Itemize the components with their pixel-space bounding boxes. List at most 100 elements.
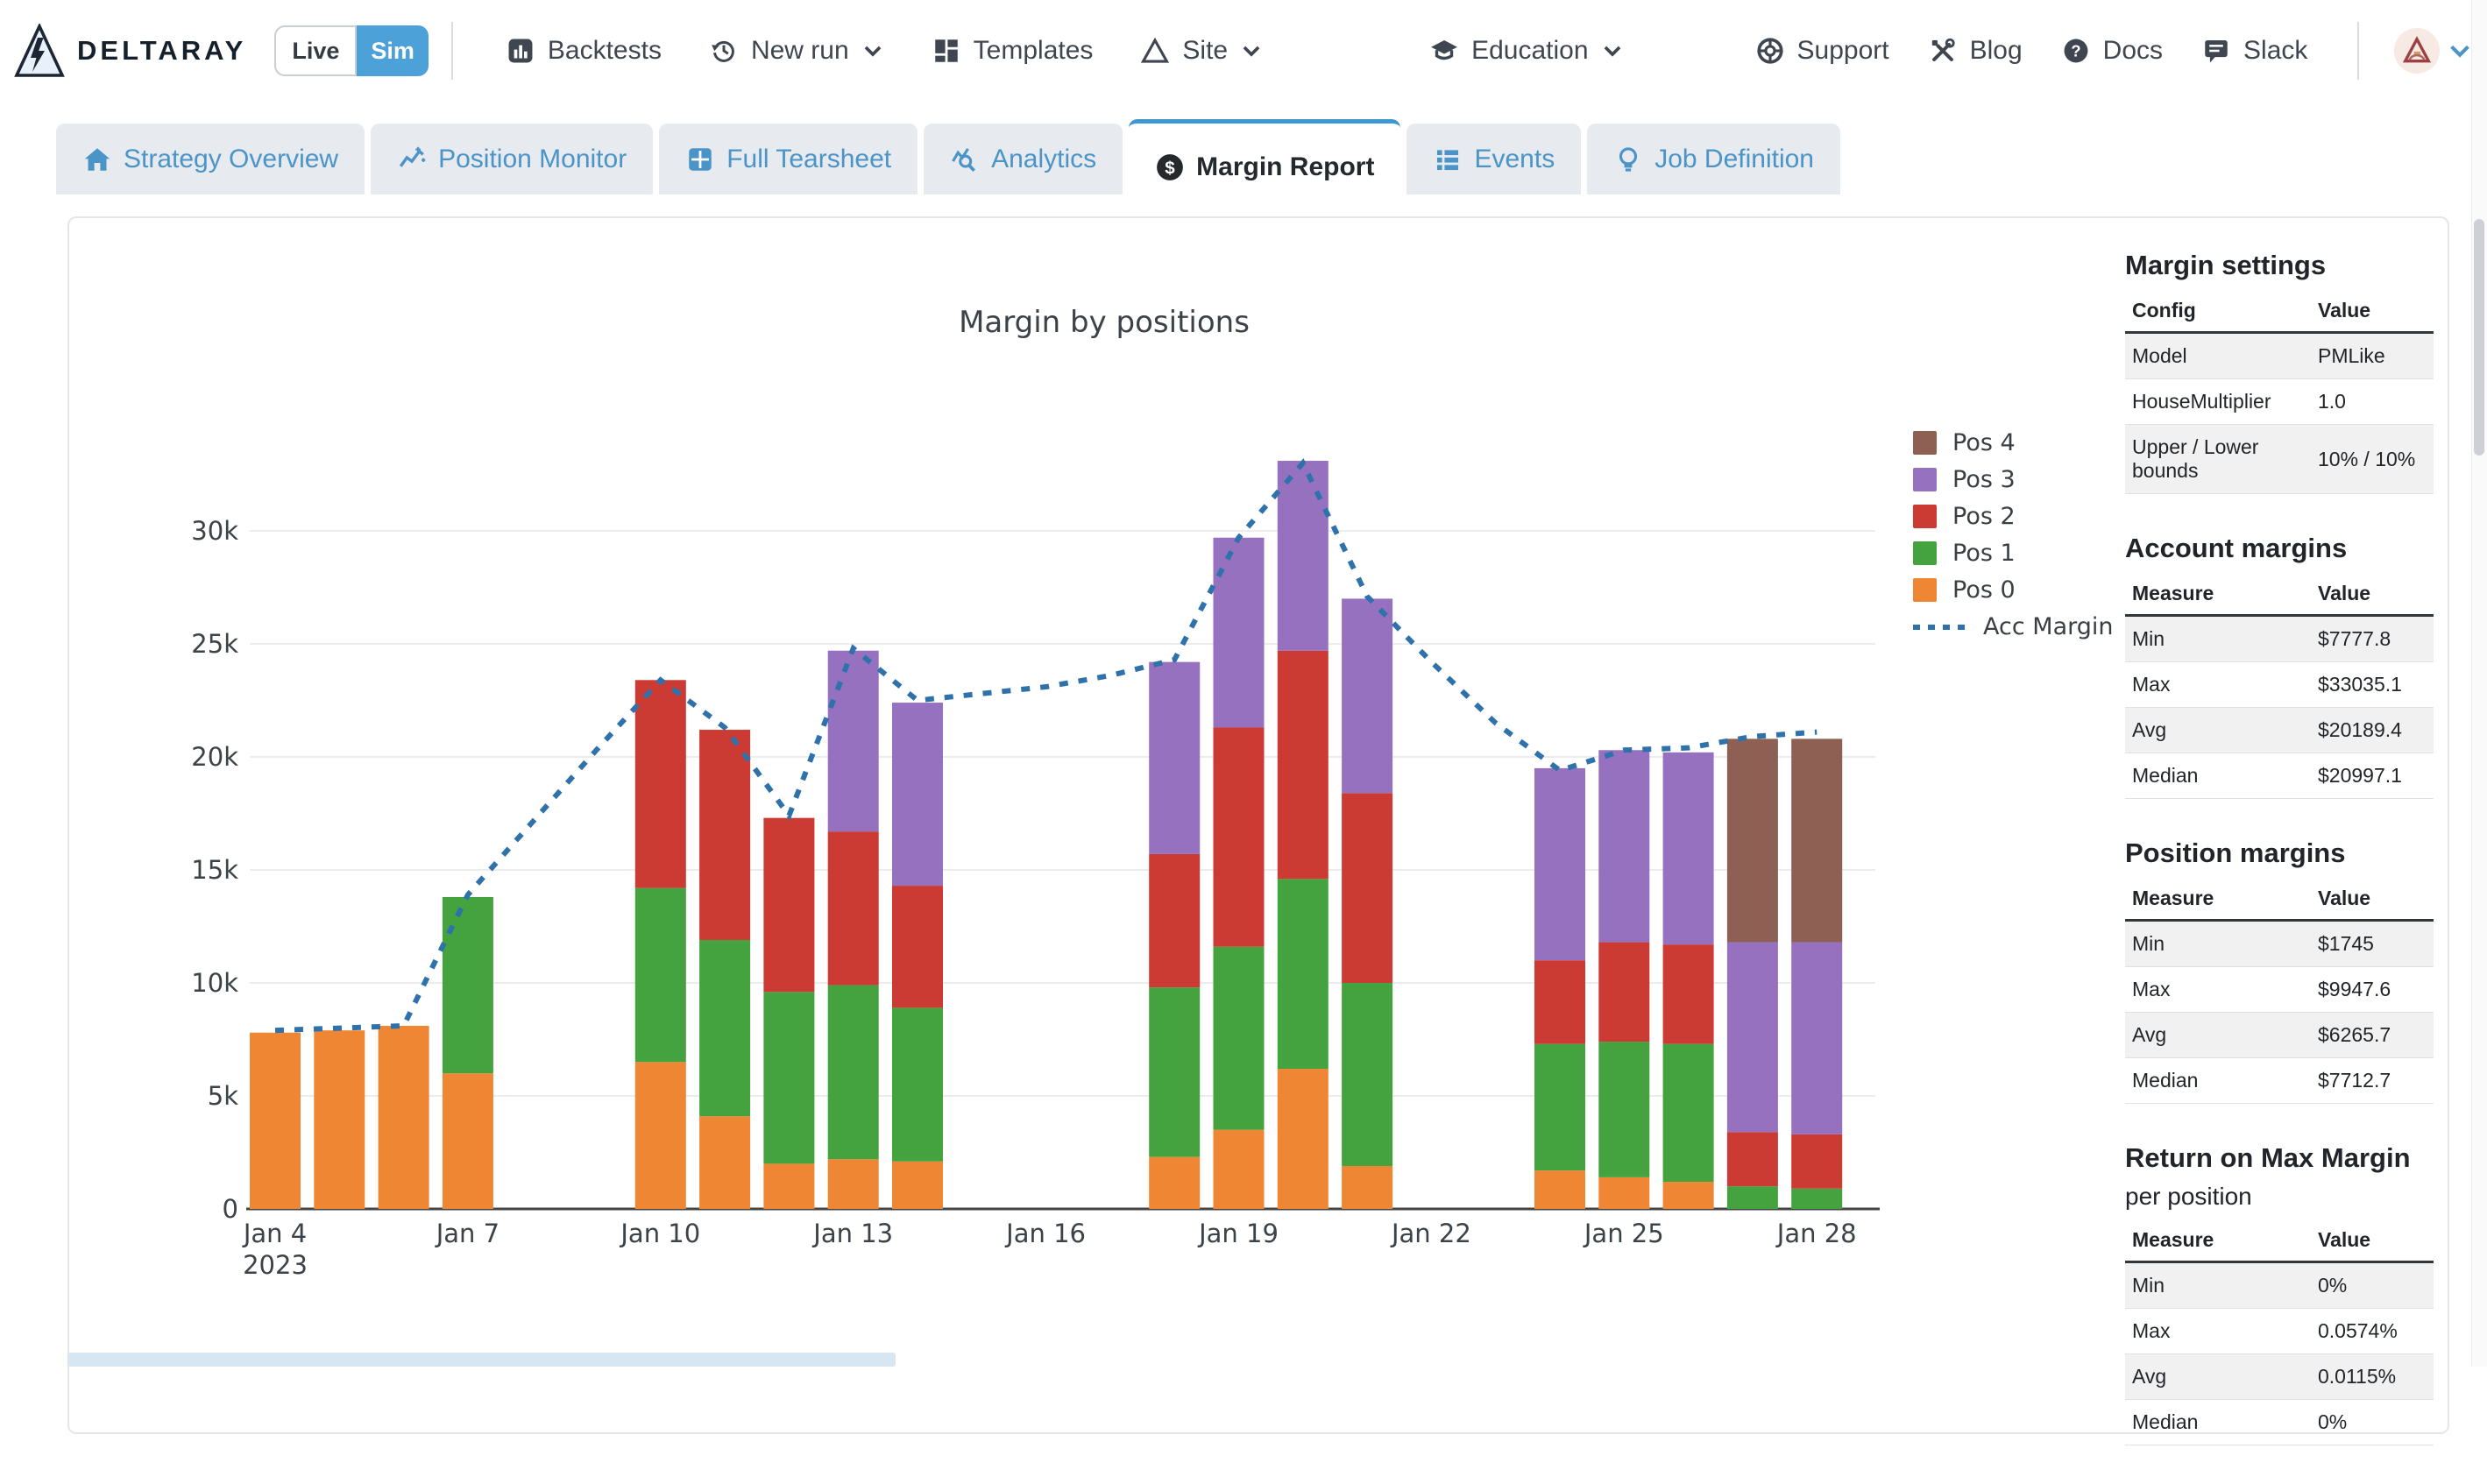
stats-section-return-on-max-margin: Return on Max Margin per position Measure V… xyxy=(2125,1142,2434,1445)
live-sim-toggle: Live Sim xyxy=(274,25,429,76)
nav-item-label: Support xyxy=(1796,36,1889,65)
stats-section-margin-settings: Margin settings Config Value Model PMLike Hou… xyxy=(2125,250,2434,494)
acc-margin-line xyxy=(274,458,1817,1034)
bar-segment-pos1-jan-10 xyxy=(634,887,686,1063)
nav-item-site[interactable]: Site xyxy=(1140,36,1263,66)
legend-item-pos-1[interactable]: Pos 1 xyxy=(1913,540,2114,567)
nav-item-blog[interactable]: Blog xyxy=(1928,36,2023,66)
tab-label: Events xyxy=(1474,144,1555,173)
y-axis-tick-label: 20k xyxy=(191,742,238,772)
legend-item-pos-4[interactable]: Pos 4 xyxy=(1913,429,2114,456)
header-divider xyxy=(450,22,453,80)
page-scrollbar[interactable] xyxy=(2471,0,2487,1367)
bar-segment-pos1-jan-27 xyxy=(1726,1186,1778,1209)
tab-label: Strategy Overview xyxy=(124,144,339,173)
tab-analytics[interactable]: Analytics xyxy=(924,124,1123,194)
y-axis-tick-label: 25k xyxy=(191,629,238,659)
tab-margin-report[interactable]: $ Margin Report xyxy=(1129,119,1401,210)
bar-segment-pos0-jan-21 xyxy=(1342,1165,1393,1209)
table-cell: 1.0 xyxy=(2311,378,2434,425)
avatar[interactable] xyxy=(2394,28,2440,74)
nav-item-docs[interactable]: ? Docs xyxy=(2061,36,2163,66)
legend-label: Pos 1 xyxy=(1952,540,2016,567)
bar-segment-pos1-jan-11 xyxy=(699,939,751,1117)
below-fold-element xyxy=(68,1353,896,1367)
chevron-down-icon xyxy=(864,46,882,57)
x-axis-tick-label: Jan 16 xyxy=(1004,1219,1086,1248)
grid-icon xyxy=(934,39,958,62)
brand[interactable]: DELTARAY xyxy=(14,24,246,78)
monitor-line-icon xyxy=(399,146,426,167)
legend-label: Pos 0 xyxy=(1952,576,2016,604)
stats-table: Measure Value Min $1745 Max $9947.6 Avg $6265.7… xyxy=(2125,878,2434,1104)
table-row: Max 0.0574% xyxy=(2125,1308,2434,1354)
x-axis-tick-label: Jan 25 xyxy=(1583,1219,1664,1248)
legend-label: Pos 4 xyxy=(1952,429,2016,456)
bar-segment-pos3-jan-14 xyxy=(892,703,943,887)
legend-item-pos-3[interactable]: Pos 3 xyxy=(1913,466,2114,493)
tools-icon xyxy=(1931,38,1955,61)
bar-chart-icon xyxy=(508,39,533,63)
stats-section-title: Position margins xyxy=(2125,837,2346,868)
nav-item-education[interactable]: Education xyxy=(1429,36,1623,66)
bar-segment-pos2-jan-19 xyxy=(1213,727,1265,947)
nav-item-support[interactable]: Support xyxy=(1755,36,1889,66)
bar-segment-pos1-jan-24 xyxy=(1534,1043,1585,1171)
tab-full-tearsheet[interactable]: Full Tearsheet xyxy=(659,124,918,194)
bar-segment-pos2-jan-11 xyxy=(699,730,751,940)
nav-item-slack[interactable]: Slack xyxy=(2201,36,2307,66)
tab-position-monitor[interactable]: Position Monitor xyxy=(371,124,654,194)
nav-group-mid: Education xyxy=(1429,36,1623,66)
tab-job-definition[interactable]: Job Definition xyxy=(1587,124,1840,194)
nav-item-backtests[interactable]: Backtests xyxy=(506,36,662,66)
legend-item-pos-0[interactable]: Pos 0 xyxy=(1913,576,2114,604)
scrollbar-thumb[interactable] xyxy=(2474,219,2484,456)
legend-label: Pos 3 xyxy=(1952,466,2016,493)
margin-by-positions-chart: 0 5k 10k 15k 20k 25k 30k Jan 4 2023 Jan 7 Jan 10 Ja… xyxy=(191,458,1880,1280)
bar-segment-pos2-jan-18 xyxy=(1149,853,1201,988)
tearsheet-grid-icon xyxy=(689,147,712,171)
stats-column-header: Value xyxy=(2311,290,2434,334)
lightbulb-icon xyxy=(1619,146,1638,172)
table-row: Avg 0.0115% xyxy=(2125,1353,2434,1400)
table-cell: $6265.7 xyxy=(2311,1012,2434,1058)
bar-segment-pos3-jan-24 xyxy=(1534,767,1585,961)
bar-segment-pos0-jan-25 xyxy=(1598,1177,1650,1209)
bar-segment-pos2-jan-14 xyxy=(892,886,943,1008)
svg-text:$: $ xyxy=(1165,158,1175,178)
live-toggle-button[interactable]: Live xyxy=(274,25,358,76)
stats-section-title: Account margins xyxy=(2125,533,2348,563)
y-axis-tick-label: 30k xyxy=(191,516,238,546)
bar-segment-pos1-jan-7 xyxy=(442,896,493,1074)
bar-segment-pos1-jan-19 xyxy=(1213,946,1265,1130)
analytics-search-icon xyxy=(952,147,976,172)
stats-section-title: Margin settings xyxy=(2125,250,2327,280)
nav-item-new-run[interactable]: New run xyxy=(709,36,884,66)
table-row: Min 0% xyxy=(2125,1261,2434,1309)
stats-column-header: Measure xyxy=(2125,1219,2311,1263)
nav-item-templates[interactable]: Templates xyxy=(932,36,1093,66)
stats-section-account-margins: Account margins Measure Value Min $7777.8 Max… xyxy=(2125,533,2434,799)
tab-events[interactable]: Events xyxy=(1406,124,1582,194)
table-cell: Max xyxy=(2125,966,2311,1013)
table-cell: Min xyxy=(2125,615,2311,662)
account-chevron-down-icon[interactable] xyxy=(2447,38,2473,64)
table-row: Median $7712.7 xyxy=(2125,1057,2434,1104)
history-icon xyxy=(712,40,734,62)
legend-swatch xyxy=(1913,468,1937,491)
legend-swatch xyxy=(1913,578,1937,602)
stats-section-title: Return on Max Margin xyxy=(2125,1142,2411,1173)
sim-toggle-button[interactable]: Sim xyxy=(357,25,429,76)
tab-strategy-overview[interactable]: Strategy Overview xyxy=(56,124,365,194)
table-row: Upper / Lower bounds 10% / 10% xyxy=(2125,424,2434,494)
legend-item-acc-margin[interactable]: Acc Margin xyxy=(1913,613,2114,640)
table-cell: $7777.8 xyxy=(2311,615,2434,662)
legend-item-pos-2[interactable]: Pos 2 xyxy=(1913,503,2114,530)
x-axis-tick-label: Jan 13 xyxy=(811,1219,893,1248)
chart-legend: Pos 4 Pos 3 Pos 2 Pos 1 Pos 0 Acc Margin xyxy=(1913,429,2114,650)
bar-segment-pos1-jan-25 xyxy=(1598,1042,1650,1177)
tab-label: Position Monitor xyxy=(438,144,627,173)
table-cell: $20189.4 xyxy=(2311,707,2434,753)
nav-item-label: Site xyxy=(1182,36,1229,65)
table-row: Max $33035.1 xyxy=(2125,661,2434,708)
